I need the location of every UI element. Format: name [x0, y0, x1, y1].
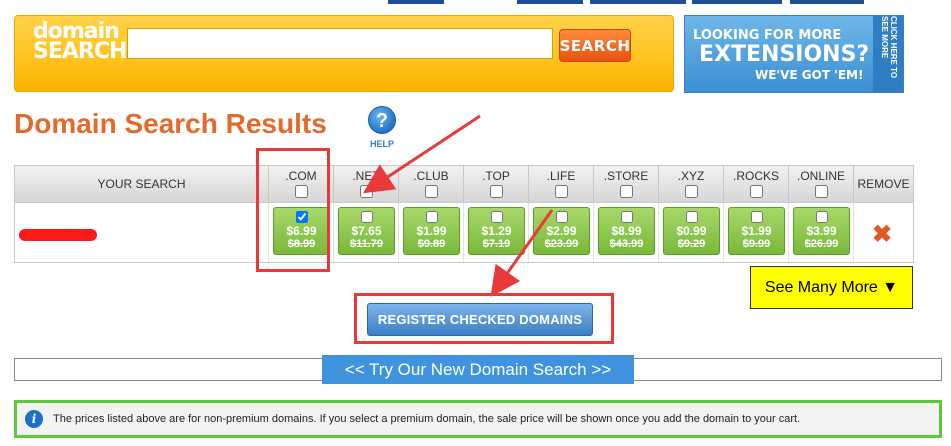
try-new-domain-search-link[interactable]: << Try Our New Domain Search >> [322, 355, 634, 384]
ad-line-1: LOOKING FOR MORE [693, 28, 842, 43]
domain-results-table: YOUR SEARCH .COM .NET .CLUB .TOP .LIFE .… [14, 165, 914, 264]
price-cell-club: $1.99 $9.89 [399, 203, 464, 264]
life-checkbox[interactable] [555, 211, 568, 223]
more-extensions-banner[interactable]: LOOKING FOR MORE EXTENSIONS? WE'VE GOT '… [684, 15, 904, 93]
ad-side-label[interactable]: CLICK HERE TO SEE MORE [873, 16, 903, 92]
price-option-com[interactable]: $6.99 $8.99 [273, 207, 330, 255]
ext-header-net: .NET [334, 166, 399, 202]
register-checked-domains-button[interactable]: REGISTER CHECKED DOMAINS [367, 303, 593, 336]
nav-tab-1[interactable] [388, 0, 444, 4]
price-option-club[interactable]: $1.99 $9.89 [403, 207, 460, 255]
price-cell-top: $1.29 $7.19 [464, 203, 529, 264]
see-many-more-button[interactable]: See Many More ▼ [750, 266, 913, 309]
xyz-checkbox[interactable] [685, 211, 698, 223]
page-title: Domain Search Results [14, 108, 327, 139]
ext-header-xyz: .XYZ [659, 166, 724, 202]
club-checkbox[interactable] [425, 211, 438, 223]
price-cell-life: $2.99 $23.99 [529, 203, 594, 264]
online-checkbox[interactable] [815, 211, 828, 223]
ad-line-2: EXTENSIONS? [699, 42, 870, 67]
nav-tab-4[interactable] [692, 0, 782, 4]
top-checkbox[interactable] [490, 211, 503, 223]
help-label[interactable]: HELP [366, 139, 398, 149]
pricing-info-text: The prices listed above are for non-prem… [53, 413, 801, 425]
rocks-checkbox[interactable] [750, 211, 763, 223]
ext-header-rocks: .ROCKS [724, 166, 789, 202]
select-all-com-checkbox[interactable] [294, 185, 308, 198]
remove-cell: ✖ [854, 203, 913, 264]
price-option-top[interactable]: $1.29 $7.19 [468, 207, 525, 255]
nav-tab-5[interactable] [790, 0, 864, 4]
search-button[interactable]: SEARCH [559, 29, 631, 62]
domain-search-banner: domain SEARCH SEARCH [14, 15, 674, 92]
remove-header: REMOVE [854, 166, 913, 202]
price-option-xyz[interactable]: $0.99 $9.29 [663, 207, 720, 255]
ext-header-life: .LIFE [529, 166, 594, 202]
select-all-top-checkbox[interactable] [489, 185, 503, 198]
info-icon: i [25, 410, 43, 428]
price-cell-store: $8.99 $43.99 [594, 203, 659, 264]
price-cell-rocks: $1.99 $9.99 [724, 203, 789, 264]
help-link[interactable]: ? HELP [366, 106, 398, 149]
nav-tab-2[interactable] [517, 0, 583, 4]
select-all-club-checkbox[interactable] [424, 185, 438, 198]
domain-search-logo: domain SEARCH [33, 19, 127, 64]
price-option-net[interactable]: $7.65 $11.79 [338, 207, 395, 255]
select-all-online-checkbox[interactable] [814, 185, 828, 198]
select-all-xyz-checkbox[interactable] [684, 185, 698, 198]
ad-line-3: WE'VE GOT 'EM! [755, 68, 864, 82]
price-option-online[interactable]: $3.99 $26.99 [793, 207, 850, 255]
com-checkbox[interactable] [295, 211, 308, 223]
price-cell-online: $3.99 $26.99 [789, 203, 854, 264]
ext-header-store: .STORE [594, 166, 659, 202]
table-row: $6.99 $8.99 $7.65 $11.79 $1.99 $9.89 $1.… [15, 202, 913, 264]
price-option-store[interactable]: $8.99 $43.99 [598, 207, 655, 255]
your-search-header: YOUR SEARCH [15, 166, 269, 202]
price-cell-xyz: $0.99 $9.29 [659, 203, 724, 264]
price-option-rocks[interactable]: $1.99 $9.99 [728, 207, 785, 255]
redacted-domain-name [19, 229, 97, 241]
domain-search-input[interactable] [127, 28, 553, 59]
x-icon[interactable]: ✖ [872, 223, 892, 247]
price-cell-com: $6.99 $8.99 [269, 203, 334, 264]
net-checkbox[interactable] [360, 211, 373, 223]
searched-domain-cell [15, 203, 269, 264]
select-all-life-checkbox[interactable] [554, 185, 568, 198]
store-checkbox[interactable] [620, 211, 633, 223]
ext-header-top: .TOP [464, 166, 529, 202]
pricing-info-notice: i The prices listed above are for non-pr… [14, 400, 942, 438]
select-all-store-checkbox[interactable] [619, 185, 633, 198]
ext-header-online: .ONLINE [789, 166, 854, 202]
price-cell-net: $7.65 $11.79 [334, 203, 399, 264]
ext-header-com: .COM [269, 166, 334, 202]
price-option-life[interactable]: $2.99 $23.99 [533, 207, 590, 255]
select-all-net-checkbox[interactable] [359, 185, 373, 198]
nav-tab-3[interactable] [590, 0, 686, 4]
select-all-rocks-checkbox[interactable] [749, 185, 763, 198]
question-mark-icon[interactable]: ? [368, 106, 396, 134]
ext-header-club: .CLUB [399, 166, 464, 202]
